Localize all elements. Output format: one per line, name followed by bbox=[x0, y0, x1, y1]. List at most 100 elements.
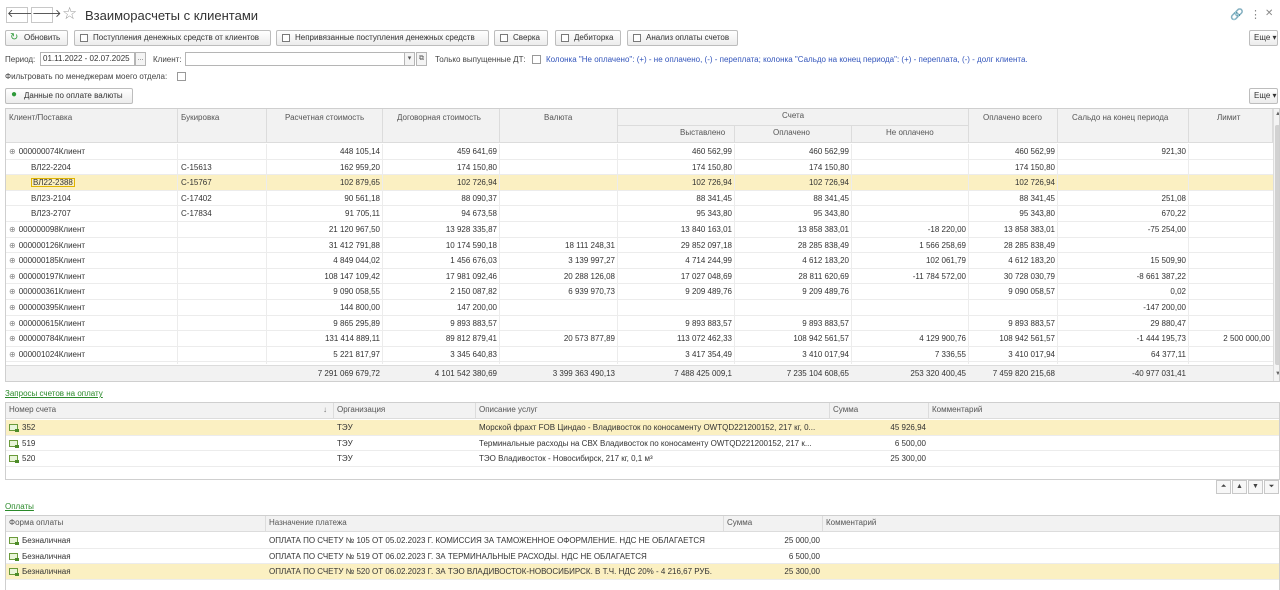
client-open-button[interactable]: ⧉ bbox=[416, 52, 427, 66]
requests-link[interactable]: Запросы счетов на оплату bbox=[5, 389, 103, 398]
col-paid-total[interactable]: Оплачено всего bbox=[969, 109, 1058, 143]
back-button[interactable]: 🡐 bbox=[6, 7, 37, 23]
request-row[interactable]: 352 ТЭУ Морской фрахт FOB Циндао - Владиво… bbox=[6, 420, 1279, 436]
move-bottom-button[interactable]: ⏷ bbox=[1264, 480, 1279, 494]
cell-calc: 90 561,18 bbox=[344, 193, 380, 203]
period-input[interactable]: 01.11.2022 - 02.07.2025 bbox=[40, 52, 135, 66]
expand-icon[interactable]: ⊕ bbox=[9, 241, 16, 250]
client-row[interactable]: ⊕ 000000074Клиент 448 105,14 459 641,69 460 … bbox=[6, 144, 1273, 160]
client-row[interactable]: ⊕ 000000784Клиент 131 414 889,11 89 812 879… bbox=[6, 331, 1273, 347]
cell-paid-total: 95 343,80 bbox=[1019, 209, 1055, 219]
column-divider bbox=[266, 144, 267, 364]
shipment-row[interactable]: ВЛ23-2707 С-17834 91 705,11 94 673,58 95 343… bbox=[6, 206, 1273, 222]
link-icon[interactable]: 🔗 bbox=[1230, 8, 1244, 21]
col-booking[interactable]: Букировка bbox=[178, 109, 267, 143]
move-down-button[interactable]: ▼ bbox=[1248, 480, 1263, 494]
cell-client: ⊕ 000000185Клиент bbox=[6, 253, 178, 269]
expand-icon[interactable]: ⊕ bbox=[9, 319, 16, 328]
receivables-button[interactable]: Дебиторка bbox=[555, 30, 621, 46]
col-payment-form[interactable]: Форма оплаты bbox=[6, 516, 266, 532]
col-invoice-number[interactable]: Номер счета ↓ bbox=[6, 403, 334, 419]
more-button[interactable]: Еще ▾ bbox=[1249, 30, 1278, 46]
cell-unpaid: -18 220,00 bbox=[927, 225, 966, 234]
column-divider bbox=[1057, 144, 1058, 364]
grid-more-button[interactable]: Еще ▾ bbox=[1249, 88, 1278, 104]
shipment-row[interactable]: ВЛ23-2104 С-17402 90 561,18 88 090,37 88 341… bbox=[6, 191, 1273, 207]
col-calc[interactable]: Расчетная стоимость bbox=[267, 109, 383, 143]
cell-balance bbox=[1058, 238, 1189, 254]
col-unpaid[interactable]: Не оплачено bbox=[852, 126, 969, 143]
cell-paid bbox=[735, 300, 852, 316]
col-limit[interactable]: Лимит bbox=[1189, 109, 1273, 143]
cell-paid-total: 88 341,45 bbox=[1019, 193, 1055, 203]
move-top-button[interactable]: ⏶ bbox=[1216, 480, 1231, 494]
col-balance[interactable]: Сальдо на конец периода bbox=[1058, 109, 1189, 143]
scroll-down-icon[interactable]: ▼ bbox=[1275, 371, 1279, 377]
client-row[interactable]: ⊕ 000000197Клиент 108 147 109,42 17 981 092… bbox=[6, 269, 1273, 285]
payment-row[interactable]: Безналичная ОПЛАТА ПО СЧЕТУ № 105 ОТ 05.0… bbox=[6, 533, 1279, 549]
request-row[interactable]: 519 ТЭУ Терминальные расходы на СВХ Владив… bbox=[6, 436, 1279, 452]
col-sum[interactable]: Сумма bbox=[830, 403, 929, 419]
forward-button[interactable]: 🡒 bbox=[31, 7, 62, 23]
expand-icon[interactable]: ⊕ bbox=[9, 350, 16, 359]
col-paid[interactable]: Оплачено bbox=[735, 126, 852, 143]
col-purpose[interactable]: Назначение платежа bbox=[266, 516, 724, 532]
cell-limit bbox=[1189, 238, 1273, 254]
favorite-star-icon[interactable]: ☆ bbox=[62, 5, 77, 23]
payment-row[interactable]: Безналичная ОПЛАТА ПО СЧЕТУ № 519 ОТ 06.0… bbox=[6, 549, 1279, 565]
total-unpaid: 253 320 400,45 bbox=[910, 369, 966, 378]
shipment-row[interactable]: ВЛ22-2388 С-15767 102 879,65 102 726,94 102 … bbox=[6, 175, 1273, 191]
move-up-button[interactable]: ▲ bbox=[1232, 480, 1247, 494]
incoming-payments-button[interactable]: Поступления денежных средств от клиентов bbox=[74, 30, 271, 46]
payments-link[interactable]: Оплаты bbox=[5, 502, 34, 511]
col-contract[interactable]: Договорная стоимость bbox=[383, 109, 500, 143]
col-payment-comment[interactable]: Комментарий bbox=[823, 516, 1279, 532]
client-row[interactable]: ⊕ 000000185Клиент 4 849 044,02 1 456 676,03… bbox=[6, 253, 1273, 269]
scroll-up-icon[interactable]: ▲ bbox=[1275, 111, 1279, 117]
col-org[interactable]: Организация bbox=[334, 403, 476, 419]
client-row[interactable]: ⊕ 000000361Клиент 9 090 058,55 2 150 087,82… bbox=[6, 284, 1273, 300]
col-client[interactable]: Клиент/Поставка bbox=[6, 109, 178, 143]
client-row[interactable]: ⊕ 000000098Клиент 21 120 967,50 13 928 335,… bbox=[6, 222, 1273, 238]
unlinked-payments-button[interactable]: Непривязанные поступления денежных средс… bbox=[276, 30, 489, 46]
expand-icon[interactable]: ⊕ bbox=[9, 334, 16, 343]
refresh-button[interactable]: ↻ Обновить bbox=[5, 30, 68, 46]
expand-icon[interactable]: ⊕ bbox=[9, 256, 16, 265]
payment-row[interactable]: Безналичная ОПЛАТА ПО СЧЕТУ № 520 ОТ 06.0… bbox=[6, 564, 1279, 580]
expand-icon[interactable]: ⊕ bbox=[9, 303, 16, 312]
request-row[interactable]: 520 ТЭУ ТЭО Владивосток - Новосибирск, 217… bbox=[6, 451, 1279, 467]
cell-balance: -147 200,00 bbox=[1143, 303, 1186, 312]
client-dropdown-button[interactable]: ▾ bbox=[404, 52, 415, 66]
grid-body: ⊕ 000000074Клиент 448 105,14 459 641,69 460 … bbox=[6, 144, 1273, 364]
period-select-button[interactable]: ... bbox=[135, 52, 146, 66]
col-issued[interactable]: Выставлено bbox=[618, 126, 735, 143]
currency-payments-button[interactable]: ● Данные по оплате валюты bbox=[5, 88, 133, 104]
cell-client: ⊕ 000000784Клиент bbox=[6, 331, 178, 347]
cell-issued: 4 714 244,99 bbox=[685, 256, 732, 266]
column-divider bbox=[1188, 144, 1189, 364]
scroll-thumb[interactable] bbox=[1275, 125, 1279, 365]
client-row[interactable]: ⊕ 000000126Клиент 31 412 791,88 10 174 590,… bbox=[6, 238, 1273, 254]
payment-analysis-button[interactable]: Анализ оплаты счетов bbox=[627, 30, 738, 46]
expand-icon[interactable]: ⊕ bbox=[9, 225, 16, 234]
col-comment[interactable]: Комментарий bbox=[929, 403, 1279, 419]
client-row[interactable]: ⊕ 000000395Клиент 144 800,00 147 200,00 -147… bbox=[6, 300, 1273, 316]
kebab-menu-icon[interactable]: ⋮ bbox=[1250, 8, 1261, 21]
payments-body: Безналичная ОПЛАТА ПО СЧЕТУ № 105 ОТ 05.0… bbox=[6, 533, 1279, 590]
only-issued-checkbox[interactable] bbox=[532, 55, 541, 64]
client-row[interactable]: ⊕ 000000615Клиент 9 865 295,89 9 893 883,57… bbox=[6, 316, 1273, 332]
col-desc[interactable]: Описание услуг bbox=[476, 403, 830, 419]
cell-issued: 13 840 163,01 bbox=[680, 225, 732, 234]
expand-icon[interactable]: ⊕ bbox=[9, 272, 16, 281]
collapse-icon[interactable]: ⊕ bbox=[9, 147, 16, 156]
reconcile-button[interactable]: Сверка bbox=[494, 30, 548, 46]
managers-filter-checkbox[interactable] bbox=[177, 72, 186, 81]
col-currency[interactable]: Валюта bbox=[500, 109, 618, 143]
client-input[interactable] bbox=[185, 52, 405, 66]
shipment-row[interactable]: ВЛ22-2204 С-15613 162 959,20 174 150,80 174 … bbox=[6, 160, 1273, 176]
close-icon[interactable]: ✕ bbox=[1265, 8, 1273, 19]
col-payment-sum[interactable]: Сумма bbox=[724, 516, 823, 532]
client-row[interactable]: ⊕ 000001024Клиент 5 221 817,97 3 345 640,83… bbox=[6, 347, 1273, 363]
expand-icon[interactable]: ⊕ bbox=[9, 287, 16, 296]
grid-scrollbar[interactable]: ▲ ▼ bbox=[1273, 109, 1279, 381]
